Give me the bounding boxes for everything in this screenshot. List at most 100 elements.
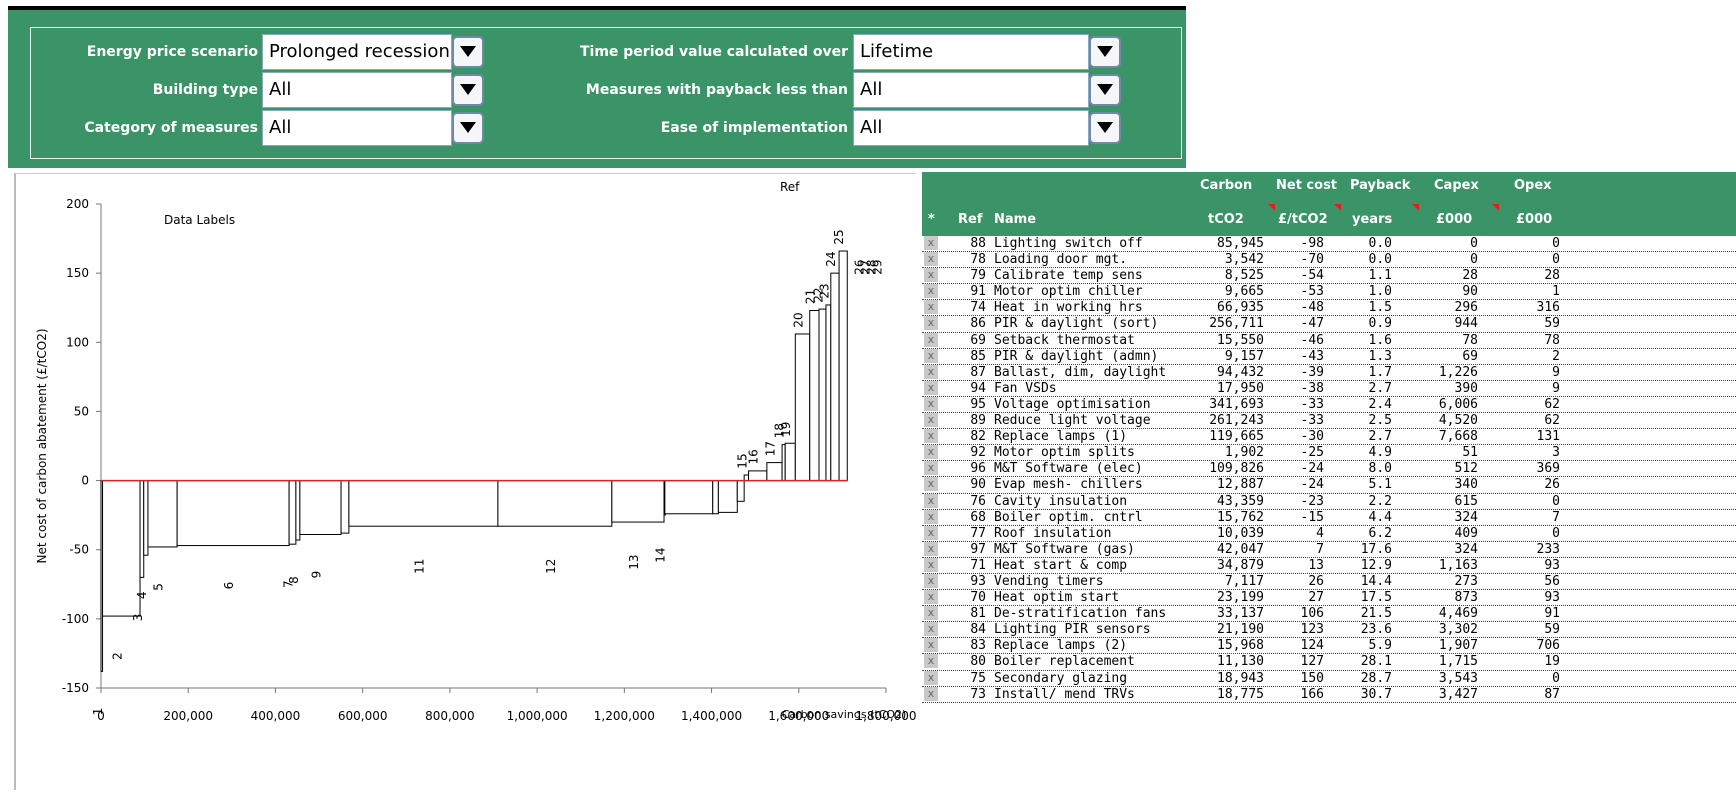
building-type-dropdown-button[interactable]	[452, 74, 484, 106]
table-row[interactable]: x 82 Replace lamps (1) 119,665 -30 2.7 7,668 13…	[922, 429, 1736, 446]
cell-name: M&T Software (elec)	[994, 461, 1143, 477]
table-row[interactable]: x 85 PIR & daylight (admn) 9,157 -43 1.3 69 2	[922, 348, 1736, 365]
remove-row-button[interactable]: x	[924, 252, 938, 267]
table-row[interactable]: x 89 Reduce light voltage 261,243 -33 2.5 4,52…	[922, 413, 1736, 430]
table-row[interactable]: x 71 Heat start & comp 34,879 13 12.9 1,163 93	[922, 557, 1736, 574]
remove-row-button[interactable]: x	[924, 380, 938, 395]
x-tick-label: 600,000	[338, 709, 388, 723]
remove-row-button[interactable]: x	[924, 541, 938, 556]
table-row[interactable]: x 95 Voltage optimisation 341,693 -33 2.4 6,00…	[922, 396, 1736, 414]
remove-row-button[interactable]: x	[924, 606, 938, 621]
table-row[interactable]: x 88 Lighting switch off 85,945 -98 0.0 0 0	[922, 236, 1736, 253]
mac-bar	[818, 308, 827, 482]
mac-bar	[766, 462, 783, 482]
mac-bar	[743, 474, 750, 482]
table-row[interactable]: x 76 Cavity insulation 43,359 -23 2.2 615 0	[922, 493, 1736, 510]
table-row[interactable]: x 91 Motor optim chiller 9,665 -53 1.0 90 1	[922, 284, 1736, 301]
remove-row-button[interactable]: x	[924, 236, 938, 250]
table-row[interactable]: x 90 Evap mesh- chillers 12,887 -24 5.1 340 26	[922, 477, 1736, 494]
table-row[interactable]: x 78 Loading door mgt. 3,542 -70 0.0 0 0	[922, 252, 1736, 269]
cell-payback: 2.5	[1368, 413, 1392, 429]
table-row[interactable]: x 93 Vending timers 7,117 26 14.4 273 56	[922, 573, 1736, 591]
table-row[interactable]: x 80 Boiler replacement 11,130 127 28.1 1,715 1…	[922, 654, 1736, 671]
energy-price-dropdown-button[interactable]	[452, 36, 484, 68]
cell-carbon: 43,359	[1217, 493, 1264, 509]
table-row[interactable]: x 81 De-stratification fans 33,137 106 21.5 4,…	[922, 606, 1736, 623]
table-row[interactable]: x 96 M&T Software (elec) 109,826 -24 8.0 512 36…	[922, 461, 1736, 478]
remove-row-button[interactable]: x	[924, 493, 938, 508]
remove-row-button[interactable]: x	[924, 654, 938, 669]
remove-row-button[interactable]: x	[924, 413, 938, 428]
table-row[interactable]: x 69 Setback thermostat 15,550 -46 1.6 78 78	[922, 332, 1736, 349]
table-row[interactable]: x 74 Heat in working hrs 66,935 -48 1.5 296 316	[922, 300, 1736, 317]
table-row[interactable]: x 92 Motor optim splits 1,902 -25 4.9 51 3	[922, 445, 1736, 462]
time-period-select[interactable]: Lifetime	[853, 34, 1089, 70]
remove-row-button[interactable]: x	[924, 268, 938, 283]
header-payback-unit: years	[1352, 212, 1393, 227]
remove-row-button[interactable]: x	[924, 670, 938, 685]
remove-row-button[interactable]: x	[924, 573, 938, 588]
remove-row-button[interactable]: x	[924, 396, 938, 411]
table-row[interactable]: x 86 PIR & daylight (sort) 256,711 -47 0.9 944…	[922, 316, 1736, 333]
cell-net-cost: -39	[1300, 364, 1324, 380]
remove-row-button[interactable]: x	[924, 364, 938, 379]
building-type-select[interactable]: All	[262, 72, 452, 108]
cell-capex: 340	[1454, 477, 1478, 493]
table-row[interactable]: x 73 Install/ mend TRVs 18,775 166 30.7 3,427 8…	[922, 686, 1736, 703]
table-row[interactable]: x 70 Heat optim start 23,199 27 17.5 873 93	[922, 590, 1736, 607]
cell-capex: 6,006	[1438, 396, 1478, 412]
payback-filter-select[interactable]: All	[853, 72, 1089, 108]
remove-row-button[interactable]: x	[924, 686, 938, 701]
cell-opex: 706	[1536, 638, 1560, 654]
cell-ref: 89	[970, 413, 986, 429]
cell-net-cost: -48	[1300, 300, 1324, 316]
payback-filter-dropdown-button[interactable]	[1089, 74, 1121, 106]
cell-name: Roof insulation	[994, 525, 1112, 541]
time-period-dropdown-button[interactable]	[1089, 36, 1121, 68]
table-row[interactable]: x 77 Roof insulation 10,039 4 6.2 409 0	[922, 525, 1736, 542]
remove-row-button[interactable]: x	[924, 622, 938, 637]
table-row[interactable]: x 87 Ballast, dim, daylight 94,432 -39 1.7 1,2…	[922, 364, 1736, 381]
remove-row-button[interactable]: x	[924, 429, 938, 444]
table-row[interactable]: x 75 Secondary glazing 18,943 150 28.7 3,543 0	[922, 670, 1736, 687]
table-row[interactable]: x 68 Boiler optim. cntrl 15,762 -15 4.4 324 7	[922, 509, 1736, 526]
cell-opex: 59	[1544, 316, 1560, 332]
remove-row-button[interactable]: x	[924, 461, 938, 476]
filter-panel: Energy price scenario Prolonged recessio…	[8, 10, 1186, 168]
cell-payback: 1.5	[1368, 300, 1392, 316]
ease-dropdown-button[interactable]	[1089, 112, 1121, 144]
table-row[interactable]: x 83 Replace lamps (2) 15,968 124 5.9 1,907 706	[922, 638, 1736, 655]
cell-carbon: 15,550	[1217, 332, 1264, 348]
remove-row-button[interactable]: x	[924, 557, 938, 572]
remove-row-button[interactable]: x	[924, 590, 938, 605]
header-capex: Capex	[1434, 178, 1479, 193]
ease-select[interactable]: All	[853, 110, 1089, 146]
remove-row-button[interactable]: x	[924, 638, 938, 653]
table-row[interactable]: x 97 M&T Software (gas) 42,047 7 17.6 324 233	[922, 541, 1736, 558]
energy-price-select[interactable]: Prolonged recession	[262, 34, 452, 70]
cell-net-cost: -33	[1300, 413, 1324, 429]
category-dropdown-button[interactable]	[452, 112, 484, 144]
x-tick-label: 1,400,000	[681, 709, 742, 723]
remove-row-button[interactable]: x	[924, 284, 938, 299]
remove-row-button[interactable]: x	[924, 477, 938, 492]
category-select[interactable]: All	[262, 110, 452, 146]
remove-row-button[interactable]: x	[924, 348, 938, 363]
remove-row-button[interactable]: x	[924, 300, 938, 315]
cell-name: Calibrate temp sens	[994, 268, 1143, 284]
cell-net-cost: 27	[1308, 590, 1324, 606]
remove-row-button[interactable]: x	[924, 509, 938, 524]
remove-row-button[interactable]: x	[924, 332, 938, 347]
remove-row-button[interactable]: x	[924, 445, 938, 460]
table-row[interactable]: x 79 Calibrate temp sens 8,525 -54 1.1 28 28	[922, 268, 1736, 285]
table-row[interactable]: x 94 Fan VSDs 17,950 -38 2.7 390 9	[922, 380, 1736, 397]
remove-row-button[interactable]: x	[924, 525, 938, 540]
cell-payback: 28.7	[1360, 670, 1392, 686]
table-row[interactable]: x 84 Lighting PIR sensors 21,190 123 23.6 3,30…	[922, 622, 1736, 639]
cell-net-cost: 124	[1300, 638, 1324, 654]
bar-data-label: 19	[779, 422, 793, 437]
cell-carbon: 8,525	[1224, 268, 1264, 284]
cell-payback: 17.6	[1360, 541, 1392, 557]
time-period-label: Time period value calculated over	[579, 44, 848, 60]
remove-row-button[interactable]: x	[924, 316, 938, 331]
